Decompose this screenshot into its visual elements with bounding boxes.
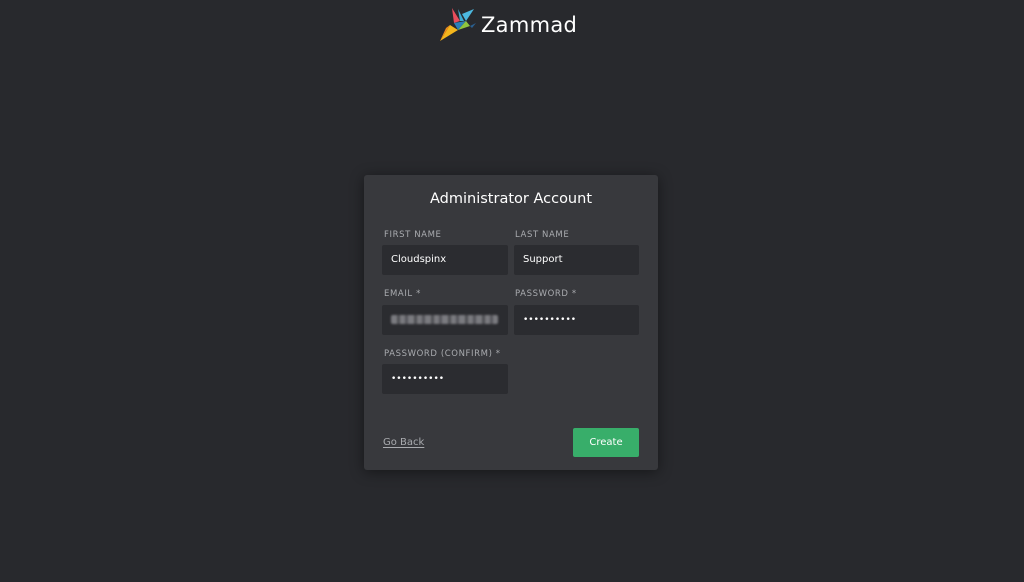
password-field[interactable]: •••••••••• xyxy=(514,305,639,335)
page-title: Administrator Account xyxy=(430,191,592,207)
brand-name: Zammad xyxy=(481,13,578,37)
first-name-label: FIRST NAME xyxy=(384,230,442,240)
email-field[interactable] xyxy=(382,305,508,335)
go-back-link[interactable]: Go Back xyxy=(383,437,424,448)
password-confirm-field[interactable]: •••••••••• xyxy=(382,364,508,394)
password-confirm-label: PASSWORD (CONFIRM) * xyxy=(384,349,501,359)
administrator-account-card: Administrator Account FIRST NAME LAST NA… xyxy=(364,175,658,470)
password-value: •••••••••• xyxy=(523,315,577,325)
last-name-label: LAST NAME xyxy=(515,230,570,240)
first-name-field[interactable] xyxy=(382,245,508,275)
email-label: EMAIL * xyxy=(384,289,421,299)
password-label: PASSWORD * xyxy=(515,289,577,299)
brand[interactable]: Zammad xyxy=(436,6,577,44)
last-name-field[interactable] xyxy=(514,245,639,275)
password-confirm-value: •••••••••• xyxy=(391,374,445,384)
top-bar: Zammad xyxy=(0,0,1024,50)
create-button[interactable]: Create xyxy=(573,428,639,457)
zammad-bird-logo-icon xyxy=(440,8,476,41)
email-blurred-value xyxy=(391,315,498,324)
